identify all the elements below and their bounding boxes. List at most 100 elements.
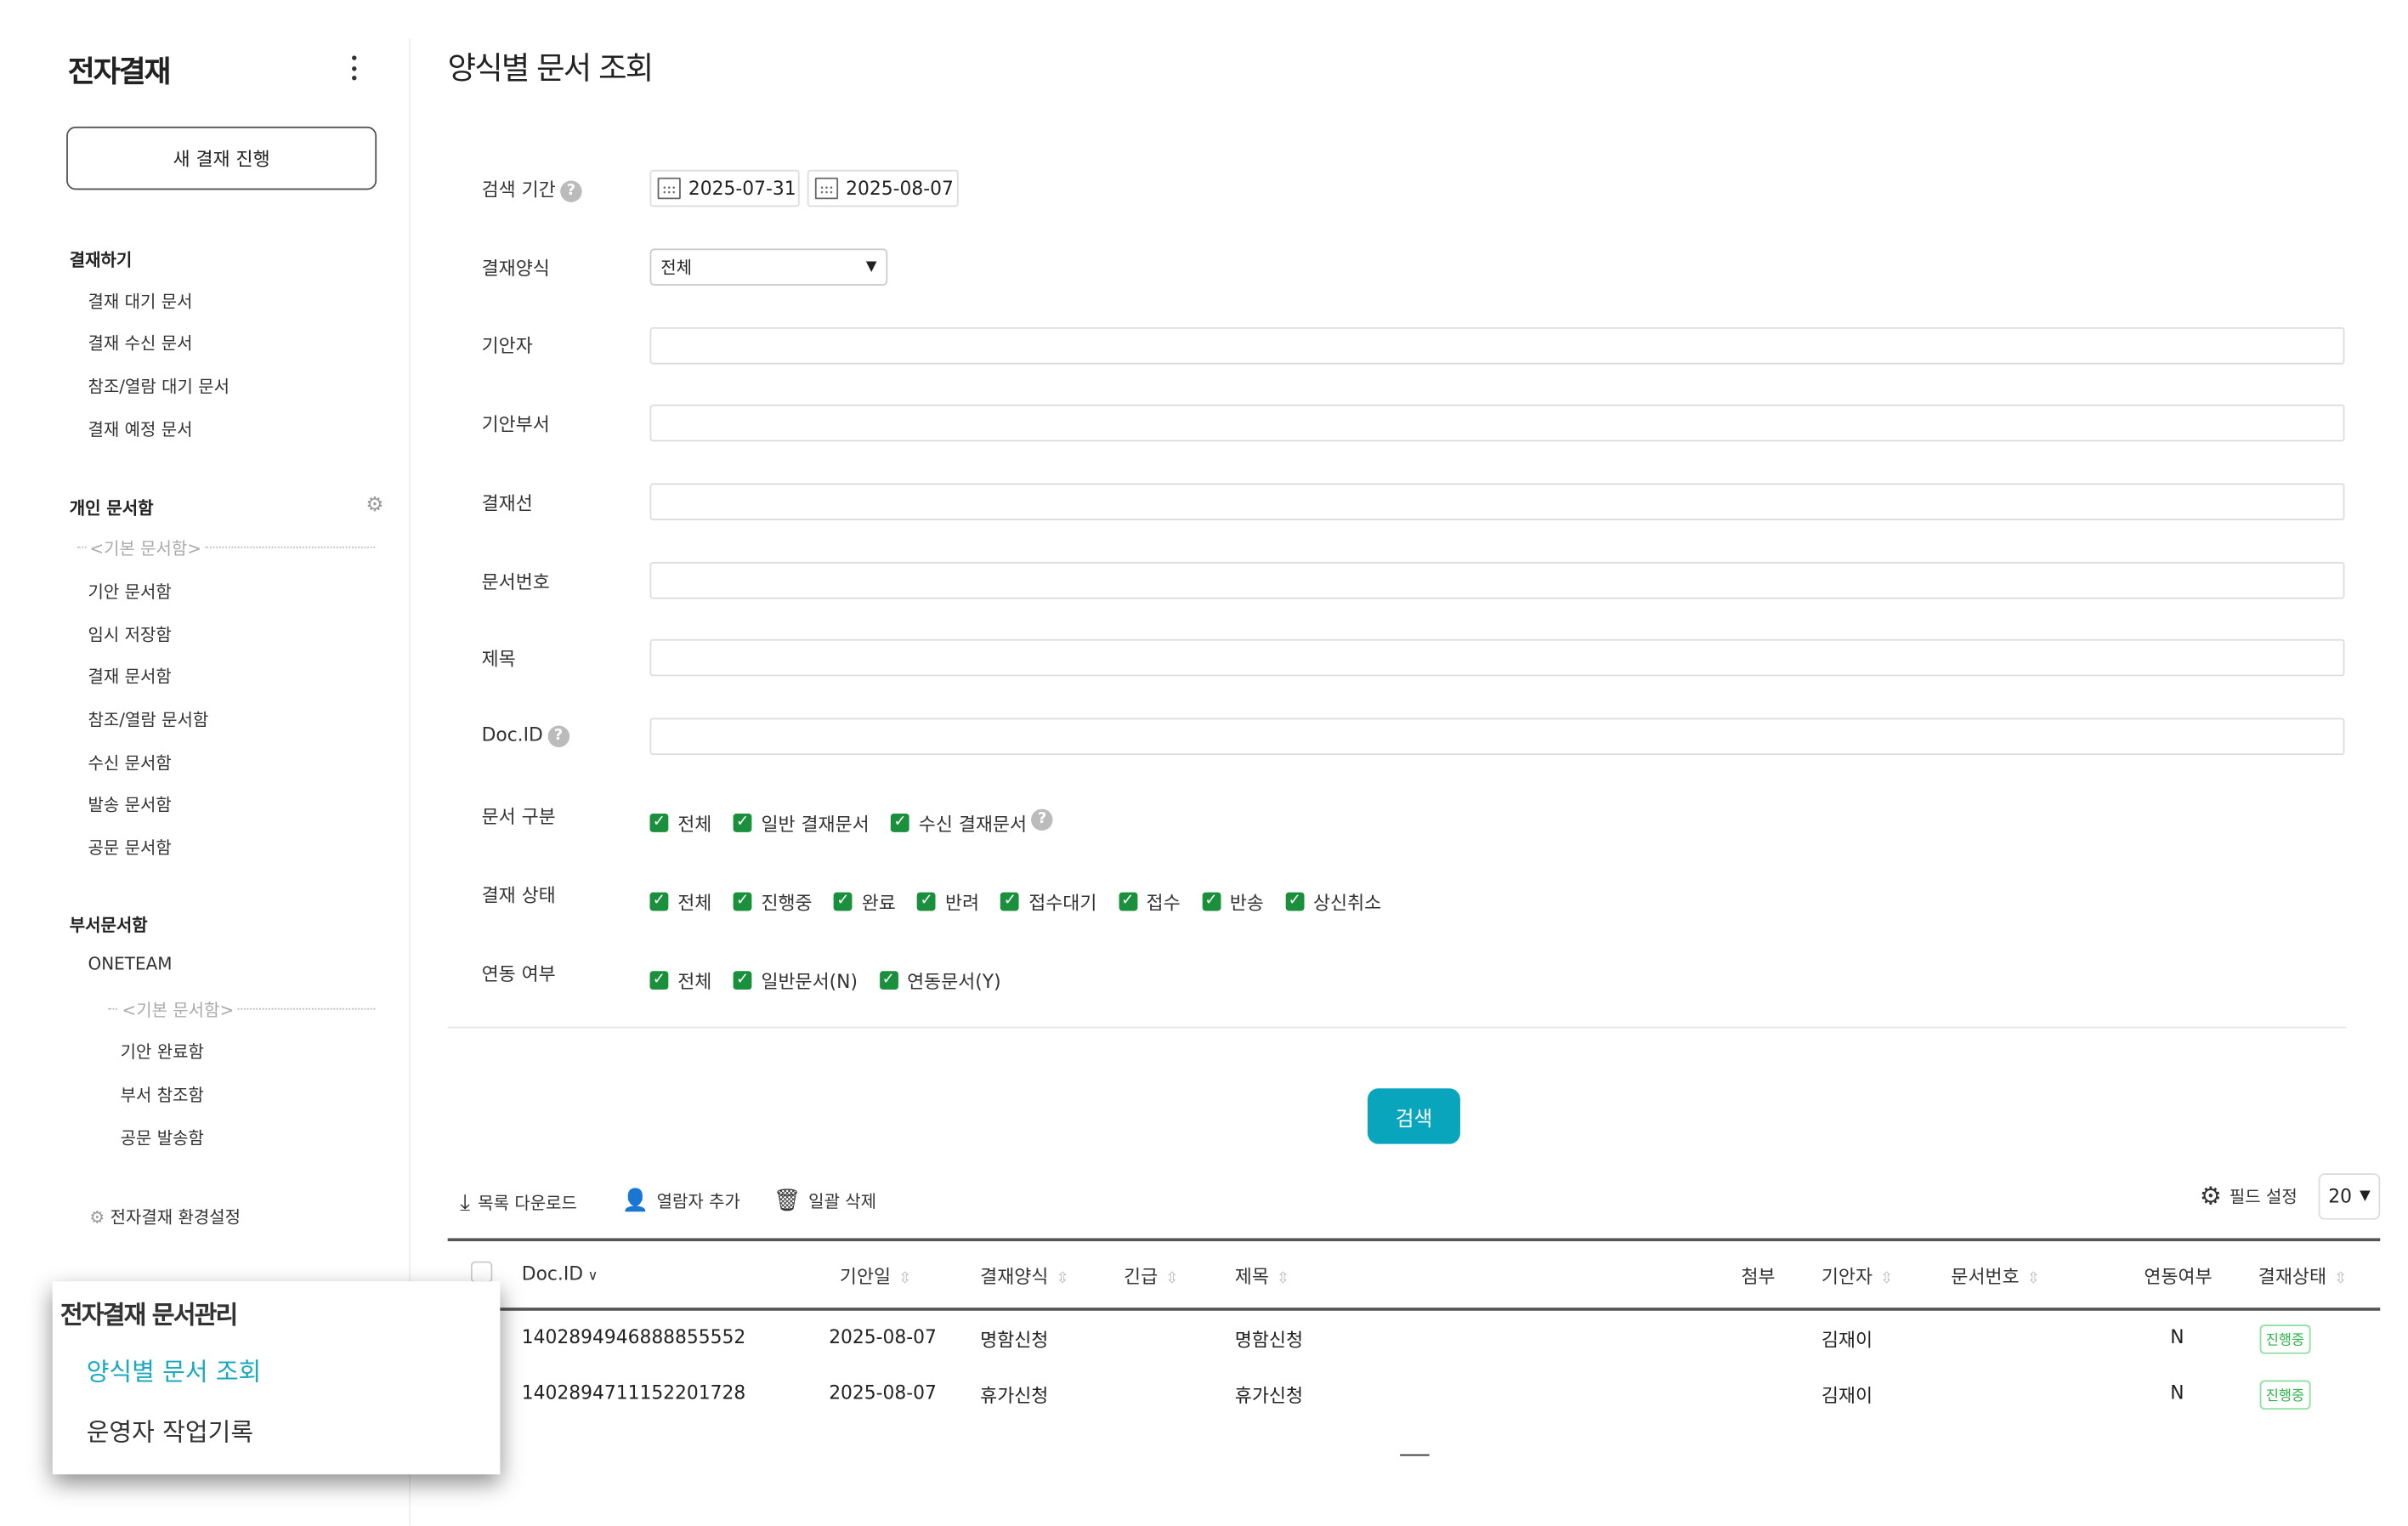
status-checks: ✓전체 ✓진행중 ✓완료 ✓반려 ✓접수대기 ✓접수 ✓반송 ✓상신취소 xyxy=(650,882,1403,915)
cell-drafter: 김재이 xyxy=(1822,1326,1873,1353)
status-checkbox[interactable]: ✓반송 xyxy=(1202,888,1264,915)
sidebar-item[interactable]: 결재 예정 문서 xyxy=(88,417,193,441)
search-button[interactable]: 검색 xyxy=(1368,1088,1460,1143)
col-subject[interactable]: 제목⇳ xyxy=(1235,1262,1289,1289)
bulk-delete-button[interactable]: 🗑일괄 삭제 xyxy=(773,1188,876,1213)
cell-linked: N xyxy=(2170,1326,2184,1347)
link-checkbox[interactable]: ✓전체 xyxy=(650,967,712,994)
link-label: 연동 여부 xyxy=(482,961,556,987)
drafter-label: 기안자 xyxy=(482,332,533,358)
approval-line-input[interactable] xyxy=(650,483,2345,520)
trash-icon: 🗑 xyxy=(773,1188,801,1213)
sidebar-item[interactable]: 결재 문서함 xyxy=(88,664,172,689)
dept-label: 기안부서 xyxy=(482,411,550,437)
form-select[interactable]: 전체▼ xyxy=(650,248,888,286)
drafter-input[interactable] xyxy=(650,327,2345,365)
cell-date: 2025-08-07 xyxy=(829,1326,937,1347)
settings-link[interactable]: ⚙ 전자결재 환경설정 xyxy=(89,1204,241,1228)
status-checkbox[interactable]: ✓전체 xyxy=(650,888,712,915)
popup-title: 전자결재 문서관리 xyxy=(60,1294,237,1331)
col-urgent[interactable]: 긴급⇳ xyxy=(1124,1262,1178,1289)
help-icon[interactable]: ? xyxy=(1031,808,1052,830)
date-from-input[interactable]: 2025-07-31 xyxy=(650,170,800,207)
divider xyxy=(108,1008,117,1010)
sidebar-item[interactable]: 기안 완료함 xyxy=(121,1039,204,1064)
status-checkbox[interactable]: ✓접수대기 xyxy=(1001,888,1097,915)
docno-label: 문서번호 xyxy=(482,568,550,594)
sidebar-item[interactable]: 결재 대기 문서 xyxy=(88,289,193,314)
table-top-border xyxy=(448,1238,2381,1241)
more-icon[interactable] xyxy=(346,53,361,83)
col-drafter[interactable]: 기안자⇳ xyxy=(1822,1262,1893,1289)
status-checkbox[interactable]: ✓진행중 xyxy=(734,888,813,915)
col-docid[interactable]: Doc.ID∨ xyxy=(522,1262,598,1284)
gear-icon: ⚙ xyxy=(2200,1181,2222,1211)
col-status[interactable]: 결재상태⇳ xyxy=(2258,1262,2348,1289)
gear-icon[interactable]: ⚙ xyxy=(365,494,383,517)
sidebar-item[interactable]: 공문 발송함 xyxy=(121,1126,204,1150)
sidebar-item[interactable]: 발송 문서함 xyxy=(88,792,172,817)
sidebar-item[interactable]: 임시 저장함 xyxy=(88,622,172,647)
docno-input[interactable] xyxy=(650,562,2345,599)
field-settings-button[interactable]: ⚙필드 설정 xyxy=(2200,1181,2298,1211)
sidebar-item[interactable]: 참조/열람 대기 문서 xyxy=(88,373,229,398)
help-icon[interactable]: ? xyxy=(547,725,569,746)
link-checkbox[interactable]: ✓일반문서(N) xyxy=(734,967,858,994)
sidebar-team[interactable]: ONETEAM xyxy=(88,954,173,974)
subject-input[interactable] xyxy=(650,639,2345,677)
status-badge: 진행중 xyxy=(2260,1325,2311,1354)
divider xyxy=(238,1008,376,1010)
status-label: 결재 상태 xyxy=(482,882,556,908)
page-size-select[interactable]: 20▼ xyxy=(2319,1173,2381,1219)
status-checkbox[interactable]: ✓완료 xyxy=(834,888,896,915)
cell-docid[interactable]: 1402894711152201728 xyxy=(522,1381,745,1403)
new-approval-button[interactable]: 새 결재 진행 xyxy=(66,127,377,190)
select-all-checkbox[interactable] xyxy=(471,1262,492,1283)
popup-item-form-search[interactable]: 양식별 문서 조회 xyxy=(87,1351,262,1388)
sidebar-item[interactable]: 수신 문서함 xyxy=(88,751,172,775)
add-viewer-button[interactable]: 👤열람자 추가 xyxy=(622,1188,740,1213)
status-checkbox[interactable]: ✓반려 xyxy=(917,888,979,915)
line-label: 결재선 xyxy=(482,490,533,516)
download-button[interactable]: ⤓목록 다운로드 xyxy=(460,1188,577,1217)
col-attach: 첨부 xyxy=(1741,1262,1775,1289)
dept-input[interactable] xyxy=(650,405,2345,442)
app-title: 전자결재 xyxy=(68,49,170,91)
col-form[interactable]: 결재양식⇳ xyxy=(980,1262,1069,1289)
docid-input[interactable] xyxy=(650,718,2345,755)
cell-drafter: 김재이 xyxy=(1822,1381,1873,1408)
period-label: 검색 기간? xyxy=(482,176,582,202)
calendar-icon xyxy=(815,178,838,199)
sidebar-item[interactable]: 결재 수신 문서 xyxy=(88,331,193,355)
calendar-icon xyxy=(658,178,681,199)
subject-label: 제목 xyxy=(482,645,516,672)
form-label: 결재양식 xyxy=(482,255,550,281)
doctype-checkbox[interactable]: ✓수신 결재문서 xyxy=(891,809,1027,836)
add-user-icon: 👤 xyxy=(622,1188,649,1213)
status-checkbox[interactable]: ✓상신취소 xyxy=(1285,888,1381,915)
date-to-input[interactable]: 2025-08-07 xyxy=(807,170,959,207)
sidebar-item[interactable]: 기안 문서함 xyxy=(88,579,172,604)
help-icon[interactable]: ? xyxy=(560,180,581,201)
col-docno[interactable]: 문서번호⇳ xyxy=(1951,1262,2040,1289)
status-checkbox[interactable]: ✓접수 xyxy=(1119,888,1181,915)
cell-linked: N xyxy=(2170,1381,2184,1403)
link-checks: ✓전체 ✓일반문서(N) ✓연동문서(Y) xyxy=(650,961,1023,994)
link-checkbox[interactable]: ✓연동문서(Y) xyxy=(879,967,1000,994)
cell-form: 휴가신청 xyxy=(980,1381,1048,1408)
doctype-checkbox[interactable]: ✓일반 결재문서 xyxy=(734,809,870,836)
page: 전자결재 새 결재 진행 결재하기 결재 대기 문서 결재 수신 문서 참조/열… xyxy=(0,0,2408,1525)
col-date[interactable]: 기안일⇳ xyxy=(840,1262,911,1289)
basic-folder-label: <기본 문서함> xyxy=(89,536,201,560)
sidebar-item[interactable]: 부서 참조함 xyxy=(121,1082,204,1107)
cell-subject[interactable]: 휴가신청 xyxy=(1235,1381,1303,1408)
settings-label: 전자결재 환경설정 xyxy=(110,1207,241,1228)
cell-subject[interactable]: 명함신청 xyxy=(1235,1326,1303,1353)
chevron-down-icon: ▼ xyxy=(866,259,877,275)
popup-item-operator-log[interactable]: 운영자 작업기록 xyxy=(87,1411,253,1449)
pagination-indicator xyxy=(1400,1455,1430,1456)
doctype-checkbox[interactable]: ✓전체 xyxy=(650,809,712,836)
cell-docid[interactable]: 1402894946888855552 xyxy=(522,1326,745,1347)
sidebar-item[interactable]: 참조/열람 문서함 xyxy=(88,707,209,732)
sidebar-item[interactable]: 공문 문서함 xyxy=(88,835,172,859)
